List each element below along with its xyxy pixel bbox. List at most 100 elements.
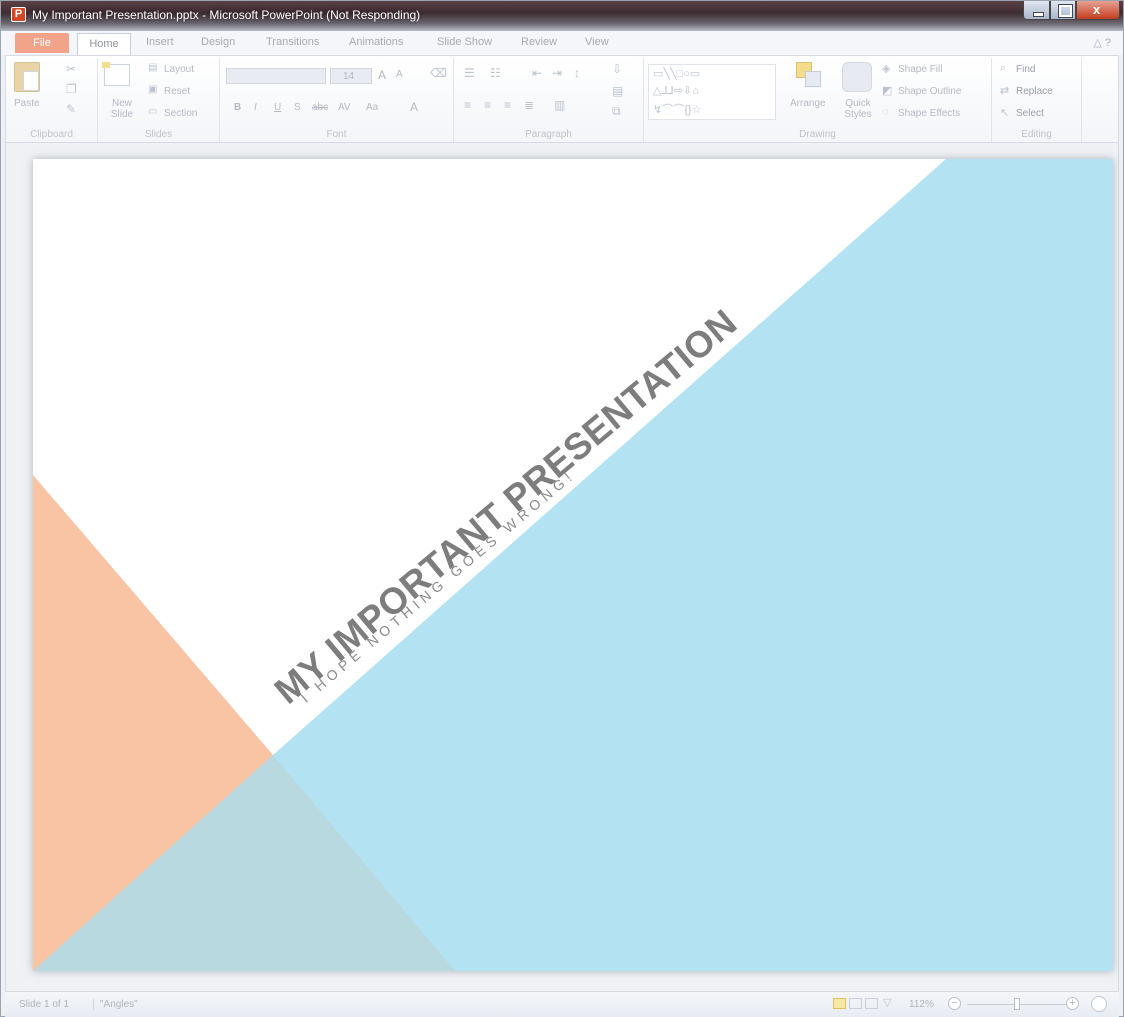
line-spacing-icon[interactable]: ↕ [574,66,580,80]
shapes-row-2-icon: △⅃⅃⇨⇩⌂ [653,85,699,97]
zoom-level[interactable]: 112% [909,999,934,1010]
font-size-value: 14 [343,71,355,82]
font-color-button[interactable]: A [410,100,418,114]
ribbon: Paste ✂ ❐ ✎ Clipboard New Slide ▤ Layout… [5,55,1119,143]
select-button[interactable]: Select [1016,108,1044,119]
arrange-button[interactable]: Arrange [790,98,826,109]
tab-animations[interactable]: Animations [349,36,403,48]
normal-view-button[interactable] [833,998,846,1009]
drawing-group: ▭╲╲□○▭ △⅃⅃⇨⇩⌂ ↯⌒⌒{}☆ Arrange Quick Style… [644,58,992,142]
increase-indent-icon[interactable]: ⇥ [552,66,562,80]
section-button[interactable]: Section [164,108,197,119]
reset-button[interactable]: Reset [164,86,190,97]
numbering-icon[interactable]: ☷ [490,66,501,80]
cut-icon[interactable]: ✂ [66,62,76,76]
font-name-dropdown[interactable] [226,68,326,84]
shapes-gallery[interactable]: ▭╲╲□○▭ △⅃⅃⇨⇩⌂ ↯⌒⌒{}☆ [648,64,776,120]
shape-outline-icon: ◩ [882,85,893,97]
title-bar: P My Important Presentation.pptx - Micro… [1,1,1123,31]
shapes-row-1-icon: ▭╲╲□○▭ [653,68,701,80]
tab-view[interactable]: View [585,36,609,48]
quick-styles-button[interactable]: Quick Styles [840,98,876,120]
quick-styles-icon[interactable] [842,62,872,92]
italic-button[interactable]: I [254,102,257,113]
font-size-dropdown[interactable]: 14 [330,68,372,84]
paragraph-group: ☰ ☷ ⇤ ⇥ ↕ ⇩ ≡ ≡ ≡ ≣ ▥ ▤ ⧉ Paragraph [454,58,644,142]
slide-background-shapes [33,159,1113,971]
paragraph-group-label: Paragraph [525,129,572,140]
bold-button[interactable]: B [234,102,241,113]
copy-icon[interactable]: ❐ [66,82,77,96]
reset-icon: ▣ [148,84,158,95]
close-button[interactable]: x [1076,1,1120,20]
decrease-indent-icon[interactable]: ⇤ [532,66,542,80]
new-slide-icon[interactable] [102,62,130,86]
format-painter-icon[interactable]: ✎ [66,102,76,116]
shadow-button[interactable]: S [294,102,301,113]
change-case-button[interactable]: Aa [366,102,378,113]
powerpoint-app-icon[interactable]: P [11,7,26,22]
slides-group-label: Slides [144,129,173,140]
font-group-label: Font [326,129,347,140]
bullets-icon[interactable]: ☰ [464,66,475,80]
justify-icon[interactable]: ≣ [524,98,534,112]
reading-view-button[interactable] [865,998,878,1009]
theme-name[interactable]: "Angles" [93,999,138,1010]
shape-effects-icon: ◌ [882,106,889,118]
grow-font-button[interactable]: A [378,68,386,82]
slide-show-icon[interactable]: ▽ [883,996,891,1009]
clipboard-group-label: Clipboard [30,129,73,140]
underline-button[interactable]: U [274,102,281,113]
zoom-slider-thumb[interactable] [1014,998,1020,1010]
fit-to-window-icon[interactable] [1091,996,1107,1012]
paste-icon[interactable] [14,62,40,92]
layout-button[interactable]: Layout [164,64,194,75]
editing-group-label: Editing [1021,129,1052,140]
align-center-icon[interactable]: ≡ [484,98,491,112]
smartart-icon[interactable]: ⧉ [612,104,621,119]
tab-review[interactable]: Review [521,36,557,48]
align-text-icon[interactable]: ▤ [612,84,623,98]
text-direction-icon[interactable]: ⇩ [612,62,622,76]
editing-group: ⌕ Find ⇄ Replace ↖ Select Editing [992,58,1082,142]
shrink-font-button[interactable]: A [396,69,403,80]
slide-position-indicator: Slide 1 of 1 [19,999,70,1010]
arrange-icon[interactable] [796,62,821,87]
zoom-out-button[interactable]: − [948,997,961,1010]
zoom-in-button[interactable]: + [1066,997,1079,1010]
strikethrough-button[interactable]: abc [312,102,328,113]
new-slide-button[interactable]: New Slide [102,98,142,120]
replace-button[interactable]: Replace [1016,86,1053,97]
slide-sorter-view-button[interactable] [849,998,862,1009]
status-bar: Slide 1 of 1 "Angles" ▽ 112% − + [5,991,1119,1017]
help-icon[interactable]: △ ? [1093,36,1111,49]
align-left-icon[interactable]: ≡ [464,98,471,112]
replace-icon: ⇄ [1000,85,1010,97]
character-spacing-button[interactable]: AV [338,102,351,113]
columns-icon[interactable]: ▥ [554,98,565,112]
minimize-button[interactable] [1023,1,1050,20]
tab-file[interactable]: File [15,33,69,53]
tab-design[interactable]: Design [201,36,235,48]
ribbon-tab-bar: File Home Insert Design Transitions Anim… [1,31,1123,55]
tab-home[interactable]: Home [77,33,131,55]
slide-editing-area: MY IMPORTANT PRESENTATION I HOPE NOTHING… [5,143,1119,991]
clear-formatting-icon[interactable]: ⌫ [430,66,447,80]
paste-button[interactable]: Paste [14,98,40,109]
slide-canvas[interactable]: MY IMPORTANT PRESENTATION I HOPE NOTHING… [33,159,1113,971]
shape-effects-button[interactable]: Shape Effects [898,108,960,119]
find-button[interactable]: Find [1016,64,1035,75]
tab-slide-show[interactable]: Slide Show [437,36,492,48]
align-right-icon[interactable]: ≡ [504,98,511,112]
slides-group: New Slide ▤ Layout ▣ Reset ▭ Section Sli… [98,58,220,142]
shapes-row-3-icon: ↯⌒⌒{}☆ [653,104,702,116]
shape-outline-button[interactable]: Shape Outline [898,86,961,97]
shape-fill-button[interactable]: Shape Fill [898,64,942,75]
find-icon: ⌕ [1000,62,1007,74]
close-icon: x [1093,2,1101,17]
powerpoint-window: P My Important Presentation.pptx - Micro… [0,0,1124,1017]
tab-insert[interactable]: Insert [146,36,174,48]
layout-icon: ▤ [148,62,158,73]
tab-transitions[interactable]: Transitions [266,36,319,48]
maximize-button[interactable] [1050,1,1076,20]
